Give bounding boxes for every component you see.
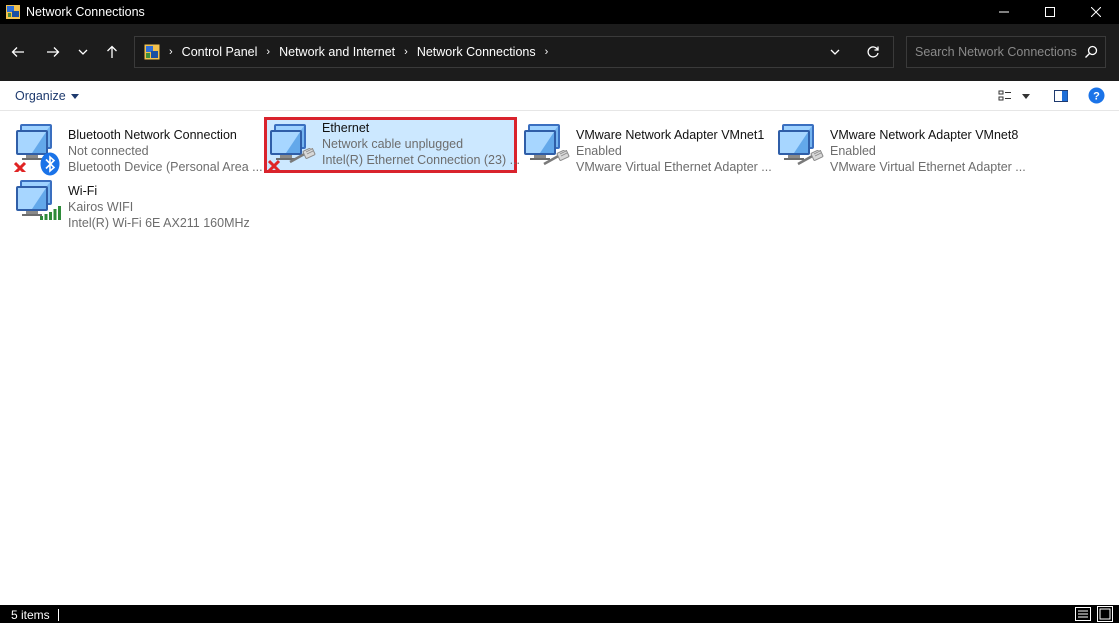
- connection-item-vmnet1[interactable]: VMware Network Adapter VMnet1 Enabled VM…: [522, 120, 772, 174]
- forward-button[interactable]: [41, 40, 65, 64]
- view-tiles-icon: [998, 90, 1011, 101]
- large-icons-view-icon: [1097, 606, 1113, 622]
- connection-item-vmnet8[interactable]: VMware Network Adapter VMnet8 Enabled VM…: [776, 120, 1026, 174]
- connection-device: VMware Virtual Ethernet Adapter ...: [576, 160, 772, 174]
- organize-label: Organize: [15, 89, 66, 103]
- connection-status: Enabled: [830, 144, 876, 158]
- preview-pane-icon: [1054, 90, 1068, 102]
- connection-status: Network cable unplugged: [322, 137, 464, 151]
- connection-status: Kairos WIFI: [68, 200, 134, 214]
- maximize-icon: [1045, 7, 1055, 17]
- connections-view: Bluetooth Network Connection Not connect…: [0, 112, 1119, 605]
- arrow-up-icon: [107, 45, 117, 58]
- cable-icon: [542, 149, 570, 171]
- window-title: Network Connections: [26, 5, 145, 19]
- breadcrumb-separator-icon[interactable]: ›: [545, 46, 549, 58]
- item-count: 5 items: [11, 608, 50, 622]
- details-view-button[interactable]: [1075, 607, 1091, 623]
- help-button[interactable]: ?: [1088, 87, 1105, 107]
- search-input[interactable]: [907, 37, 1079, 67]
- connection-name: Ethernet: [322, 121, 370, 135]
- svg-text:?: ?: [1093, 91, 1100, 103]
- connection-device: Intel(R) Ethernet Connection (23) ...: [322, 153, 521, 167]
- connection-item-wifi[interactable]: Wi-Fi Kairos WIFI Intel(R) Wi-Fi 6E AX21…: [14, 176, 264, 230]
- breadcrumb-separator-icon: ›: [169, 46, 173, 58]
- connection-name: Wi-Fi: [68, 184, 98, 198]
- status-divider: [58, 609, 59, 621]
- cable-icon: [796, 149, 824, 171]
- connection-device: Bluetooth Device (Personal Area ...: [68, 160, 263, 174]
- caret-down-icon: [1022, 94, 1030, 99]
- breadcrumb-separator-icon[interactable]: ›: [266, 46, 270, 58]
- arrow-left-icon: [11, 47, 24, 57]
- chevron-down-icon: [78, 49, 88, 55]
- address-bar[interactable]: › Control Panel › Network and Internet ›…: [134, 36, 894, 68]
- breadcrumb-separator-icon[interactable]: ›: [404, 46, 408, 58]
- preview-pane-button[interactable]: [1054, 89, 1068, 106]
- status-bar: 5 items: [0, 605, 1119, 623]
- connection-item-bluetooth[interactable]: Bluetooth Network Connection Not connect…: [13, 120, 264, 176]
- organize-menu-button[interactable]: Organize: [15, 89, 79, 103]
- recent-locations-button[interactable]: [71, 40, 95, 64]
- close-icon: [1091, 7, 1101, 17]
- command-bar: Organize ?: [0, 81, 1119, 111]
- view-options-button[interactable]: [998, 89, 1012, 103]
- connection-status: Not connected: [68, 144, 149, 158]
- connection-name: VMware Network Adapter VMnet1: [576, 128, 765, 142]
- connection-name: VMware Network Adapter VMnet8: [830, 128, 1019, 142]
- cable-icon: [288, 147, 316, 169]
- connection-name: Bluetooth Network Connection: [68, 128, 237, 142]
- caret-down-icon: [70, 93, 79, 99]
- details-view-icon: [1075, 607, 1091, 621]
- breadcrumb-network-connections[interactable]: Network Connections: [417, 45, 536, 59]
- connection-item-ethernet[interactable]: Ethernet Network cable unplugged Intel(R…: [264, 117, 520, 173]
- connection-device: Intel(R) Wi-Fi 6E AX211 160MHz: [68, 216, 250, 230]
- refresh-icon: [867, 46, 879, 58]
- title-bar: Network Connections: [0, 0, 1119, 24]
- large-icons-view-button[interactable]: [1097, 606, 1113, 623]
- breadcrumb-control-panel[interactable]: Control Panel: [182, 45, 258, 59]
- bluetooth-icon: [40, 152, 60, 179]
- chevron-down-icon: [830, 49, 840, 55]
- up-button[interactable]: [100, 40, 124, 64]
- address-dropdown-button[interactable]: [829, 46, 841, 61]
- search-icon[interactable]: [1084, 45, 1098, 62]
- back-button[interactable]: [6, 40, 30, 64]
- arrow-right-icon: [47, 47, 60, 57]
- search-box[interactable]: [906, 36, 1106, 68]
- network-connections-app-icon: [5, 4, 21, 20]
- minimize-icon: [999, 11, 1009, 13]
- maximize-button[interactable]: [1027, 0, 1073, 24]
- navigation-bar: › Control Panel › Network and Internet ›…: [0, 24, 1119, 81]
- connection-status: Enabled: [576, 144, 622, 158]
- wifi-signal-icon: [40, 206, 62, 223]
- connection-device: VMware Virtual Ethernet Adapter ...: [830, 160, 1026, 174]
- breadcrumb-network-and-internet[interactable]: Network and Internet: [279, 45, 395, 59]
- window-controls: [981, 0, 1119, 24]
- refresh-button[interactable]: [866, 45, 880, 62]
- minimize-button[interactable]: [981, 0, 1027, 24]
- control-panel-icon: [144, 44, 160, 60]
- close-button[interactable]: [1073, 0, 1119, 24]
- view-options-dropdown[interactable]: [1022, 94, 1030, 99]
- help-icon: ?: [1088, 87, 1105, 104]
